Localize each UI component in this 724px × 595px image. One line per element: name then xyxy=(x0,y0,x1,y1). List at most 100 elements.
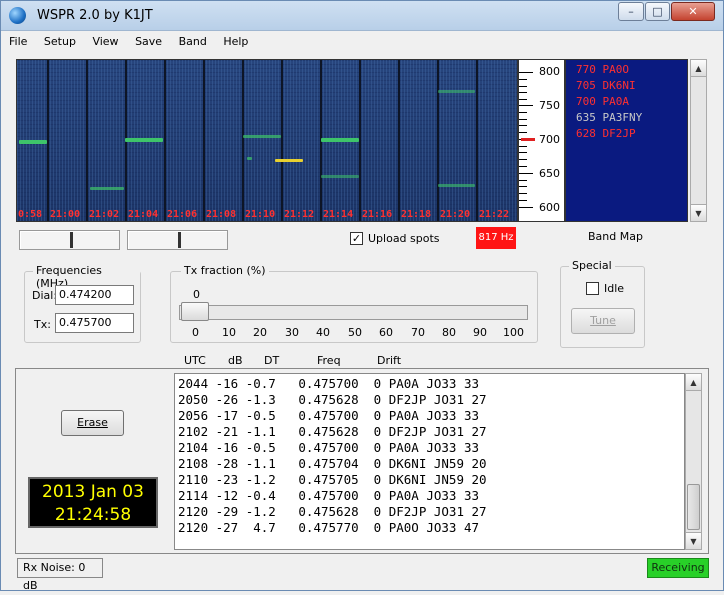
scale-label: 600 xyxy=(539,201,560,214)
tx-fraction-value: 0 xyxy=(193,288,200,301)
scale-tick xyxy=(519,125,527,126)
signal-trace xyxy=(125,138,163,142)
brightness-slider[interactable] xyxy=(19,230,120,250)
header-dt: DT xyxy=(264,354,280,367)
scale-tick xyxy=(519,207,533,208)
decode-row: 2114 -12 -0.4 0.475700 0 PA0A JO33 33 xyxy=(178,488,480,503)
tx-frequency-marker xyxy=(521,138,535,141)
scroll-thumb[interactable] xyxy=(687,484,700,530)
menu-help[interactable]: Help xyxy=(223,35,248,48)
time-divider xyxy=(164,60,166,221)
special-group: Special xyxy=(560,259,645,348)
erase-button[interactable]: Erase xyxy=(61,410,124,436)
band-map-scrollbar[interactable]: ▲ ▼ xyxy=(690,59,707,222)
decode-row: 2056 -17 -0.5 0.475700 0 PA0A JO33 33 xyxy=(178,408,480,423)
clock-date: 2013 Jan 03 xyxy=(42,482,144,502)
band-map-entry: 635 PA3FNY xyxy=(576,110,687,126)
clock-time: 21:24:58 xyxy=(54,505,132,525)
band-map-call: PA0O xyxy=(602,63,630,76)
scale-tick xyxy=(519,173,533,174)
tx-fraction-thumb[interactable] xyxy=(181,302,209,321)
scale-tick xyxy=(519,86,527,87)
scale-tick xyxy=(519,166,527,167)
menu-band[interactable]: Band xyxy=(179,35,207,48)
utc-clock: 2013 Jan 03 21:24:58 xyxy=(28,477,158,528)
scale-tick xyxy=(519,79,527,80)
signal-trace xyxy=(321,138,359,142)
window-title: WSPR 2.0 xyxy=(37,8,100,23)
decodes-scrollbar[interactable]: ▲ ▼ xyxy=(685,373,702,550)
dial-frequency-input[interactable]: 0.474200 xyxy=(55,285,134,305)
time-label: 21:10 xyxy=(245,209,276,220)
scroll-up-icon[interactable]: ▲ xyxy=(686,374,701,391)
receiving-status: Receiving xyxy=(647,558,709,578)
scroll-down-icon[interactable]: ▼ xyxy=(686,532,701,549)
menu-save[interactable]: Save xyxy=(135,35,162,48)
tx-fraction-title: Tx fraction (%) xyxy=(181,264,269,277)
time-label: 21:02 xyxy=(89,209,120,220)
scale-tick xyxy=(519,180,527,181)
scale-tick xyxy=(519,200,527,201)
decode-row: 2120 -29 -1.2 0.475628 0 DF2JP JO31 27 xyxy=(178,504,487,519)
decode-row: 2108 -28 -1.1 0.475704 0 DK6NI JN59 20 xyxy=(178,456,487,471)
idle-checkbox[interactable] xyxy=(586,282,599,295)
title-bar[interactable]: WSPR 2.0 by K1JT – □ ✕ xyxy=(1,1,723,31)
status-bar: Rx Noise: 0 dB Receiving xyxy=(15,557,709,592)
signal-trace xyxy=(438,184,475,187)
slider-knob[interactable] xyxy=(178,232,181,248)
decode-row: 2104 -16 -0.5 0.475700 0 PA0A JO33 33 xyxy=(178,440,480,455)
time-divider xyxy=(203,60,205,221)
time-label: 21:20 xyxy=(440,209,471,220)
scale-tick xyxy=(519,99,527,100)
decode-row: 2120 -27 4.7 0.475770 0 PA0O JO33 47 xyxy=(178,520,480,535)
decode-row: 2050 -26 -1.3 0.475628 0 DF2JP JO31 27 xyxy=(178,392,487,407)
tx-fraction-tick: 30 xyxy=(285,326,299,339)
minimize-button[interactable]: – xyxy=(618,2,644,21)
scale-label: 800 xyxy=(539,65,560,78)
scale-tick xyxy=(519,159,527,160)
scale-tick xyxy=(519,119,527,120)
band-map: 770 PA0O 705 DK6NI 700 PA0A 635 PA3FNY 6… xyxy=(565,59,688,222)
signal-trace xyxy=(19,140,47,144)
tx-fraction-tick: 90 xyxy=(473,326,487,339)
tx-frequency-input[interactable]: 0.475700 xyxy=(55,313,134,333)
time-divider xyxy=(86,60,88,221)
time-divider xyxy=(398,60,400,221)
menu-file[interactable]: File xyxy=(9,35,27,48)
tx-fraction-tick: 60 xyxy=(379,326,393,339)
menu-setup[interactable]: Setup xyxy=(44,35,76,48)
waterfall-noise xyxy=(17,60,517,221)
waterfall-display[interactable]: 0:58 21:00 21:02 21:04 21:06 21:08 21:10… xyxy=(16,59,518,222)
band-map-freq: 700 xyxy=(576,95,596,108)
menu-view[interactable]: View xyxy=(92,35,118,48)
signal-trace xyxy=(243,135,281,138)
band-map-call: DK6NI xyxy=(602,79,636,92)
scroll-down-icon[interactable]: ▼ xyxy=(691,204,706,221)
header-drift: Drift xyxy=(377,354,402,367)
maximize-button[interactable]: □ xyxy=(645,2,670,21)
header-db: dB xyxy=(228,354,243,367)
upload-spots-label: Upload spots xyxy=(368,232,440,245)
scroll-up-icon[interactable]: ▲ xyxy=(691,60,706,77)
band-map-freq: 705 xyxy=(576,79,596,92)
scale-tick xyxy=(519,112,527,113)
tune-button[interactable]: Tune xyxy=(571,308,635,334)
tx-fraction-tick: 10 xyxy=(222,326,236,339)
contrast-slider[interactable] xyxy=(127,230,228,250)
close-button[interactable]: ✕ xyxy=(671,2,715,21)
band-map-call: DF2JP xyxy=(602,127,636,140)
dial-label: Dial: xyxy=(32,289,58,302)
tx-fraction-tick: 100 xyxy=(503,326,524,339)
tx-fraction-track[interactable] xyxy=(179,305,528,320)
scale-tick xyxy=(519,193,527,194)
signal-trace xyxy=(321,175,359,178)
time-label: 21:00 xyxy=(50,209,81,220)
slider-knob[interactable] xyxy=(70,232,73,248)
time-label: 21:12 xyxy=(284,209,315,220)
band-map-freq: 635 xyxy=(576,111,596,124)
signal-trace-yellow xyxy=(275,159,303,162)
decoded-messages-list[interactable]: 2044 -16 -0.7 0.475700 0 PA0A JO33 33 20… xyxy=(174,373,685,550)
time-divider xyxy=(359,60,361,221)
time-divider xyxy=(281,60,283,221)
upload-spots-checkbox[interactable]: ✓ xyxy=(350,232,363,245)
